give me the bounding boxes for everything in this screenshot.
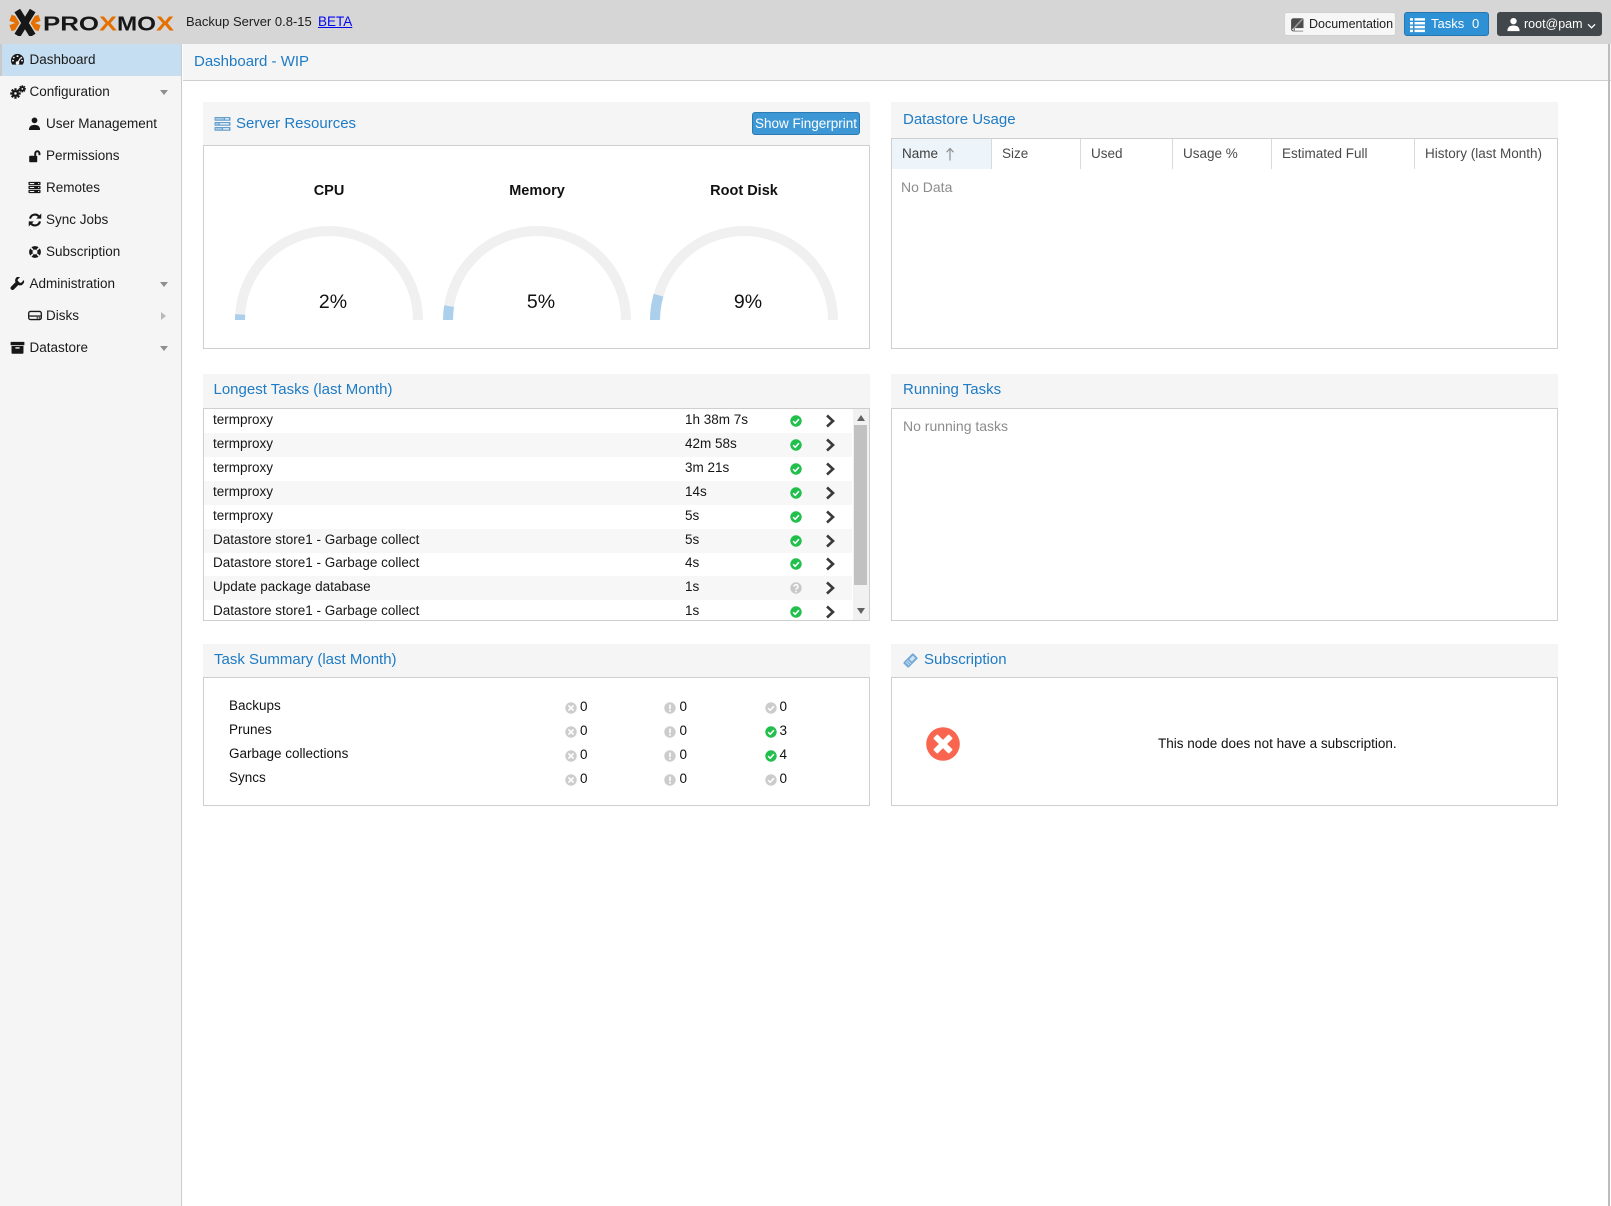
svg-text:MO: MO bbox=[117, 14, 156, 36]
svg-text:X: X bbox=[99, 14, 118, 36]
svg-text:PRO: PRO bbox=[43, 14, 99, 36]
svg-text:X: X bbox=[156, 14, 175, 36]
